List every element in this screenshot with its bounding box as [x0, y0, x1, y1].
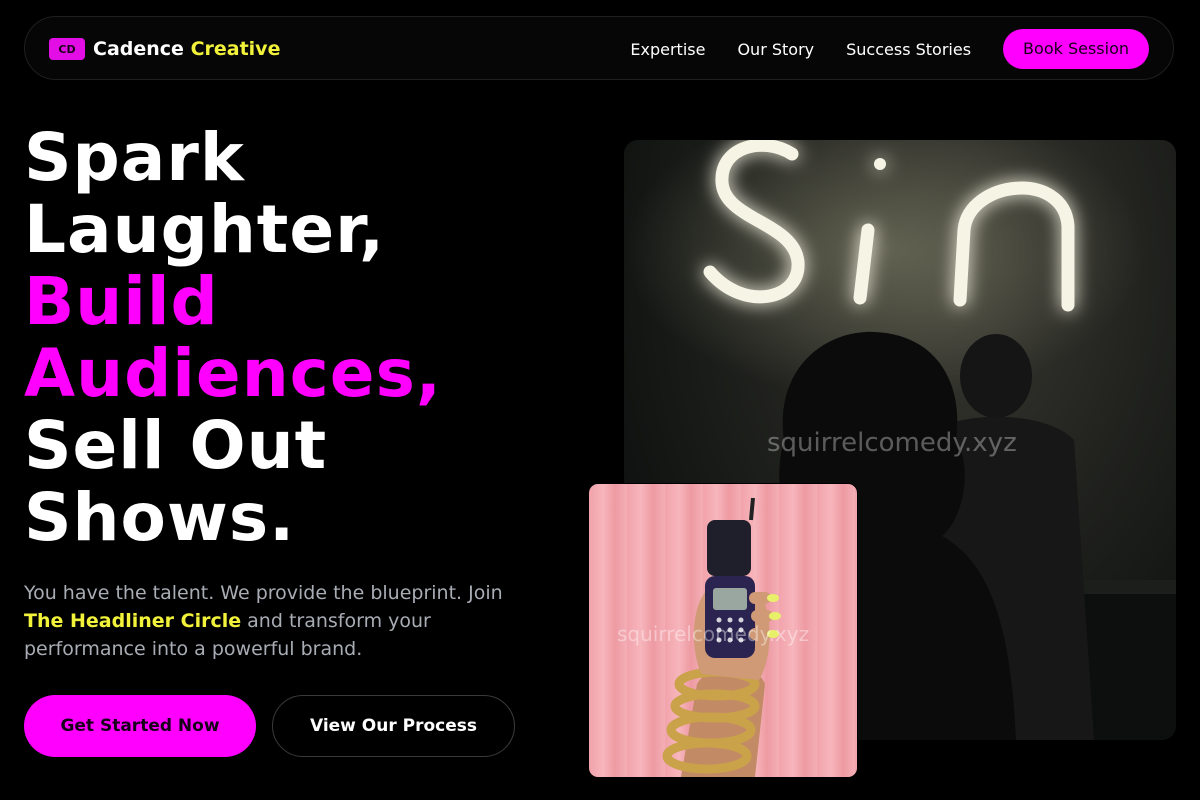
- hero-image-secondary: squirrelcomedy.xyz: [588, 483, 858, 778]
- top-nav: CD Cadence Creative Expertise Our Story …: [24, 16, 1174, 80]
- headliner-circle-highlight: The Headliner Circle: [24, 610, 242, 632]
- watermark: squirrelcomedy.xyz: [767, 428, 1017, 458]
- hero-title-line: Shows.: [24, 479, 296, 556]
- nav-link-success-stories[interactable]: Success Stories: [846, 40, 971, 59]
- hero-title: Spark Laughter, Build Audiences, Sell Ou…: [24, 122, 442, 554]
- hero-subtitle-start: You have the talent. We provide the blue…: [24, 582, 503, 604]
- hero-title-line-accent: Audiences,: [24, 335, 442, 412]
- hero-subtitle: You have the talent. We provide the blue…: [24, 579, 544, 663]
- nav-link-expertise[interactable]: Expertise: [630, 40, 705, 59]
- logo-name-part2: Creative: [190, 38, 281, 60]
- book-session-button[interactable]: Book Session: [1003, 29, 1149, 69]
- hero-title-line-accent: Build: [24, 263, 219, 340]
- nav-links: Expertise Our Story Success Stories Book…: [630, 17, 1149, 81]
- hero-title-line: Sell Out: [24, 407, 328, 484]
- get-started-button[interactable]: Get Started Now: [24, 695, 256, 757]
- logo-text: Cadence Creative: [93, 38, 280, 60]
- view-process-button[interactable]: View Our Process: [272, 695, 515, 757]
- logo[interactable]: CD Cadence Creative: [49, 17, 280, 81]
- hero-title-line: Spark: [24, 119, 245, 196]
- watermark: squirrelcomedy.xyz: [617, 622, 810, 646]
- hero-title-line: Laughter,: [24, 191, 386, 268]
- logo-badge: CD: [49, 38, 85, 60]
- nav-link-our-story[interactable]: Our Story: [737, 40, 814, 59]
- logo-name-part1: Cadence: [93, 38, 184, 60]
